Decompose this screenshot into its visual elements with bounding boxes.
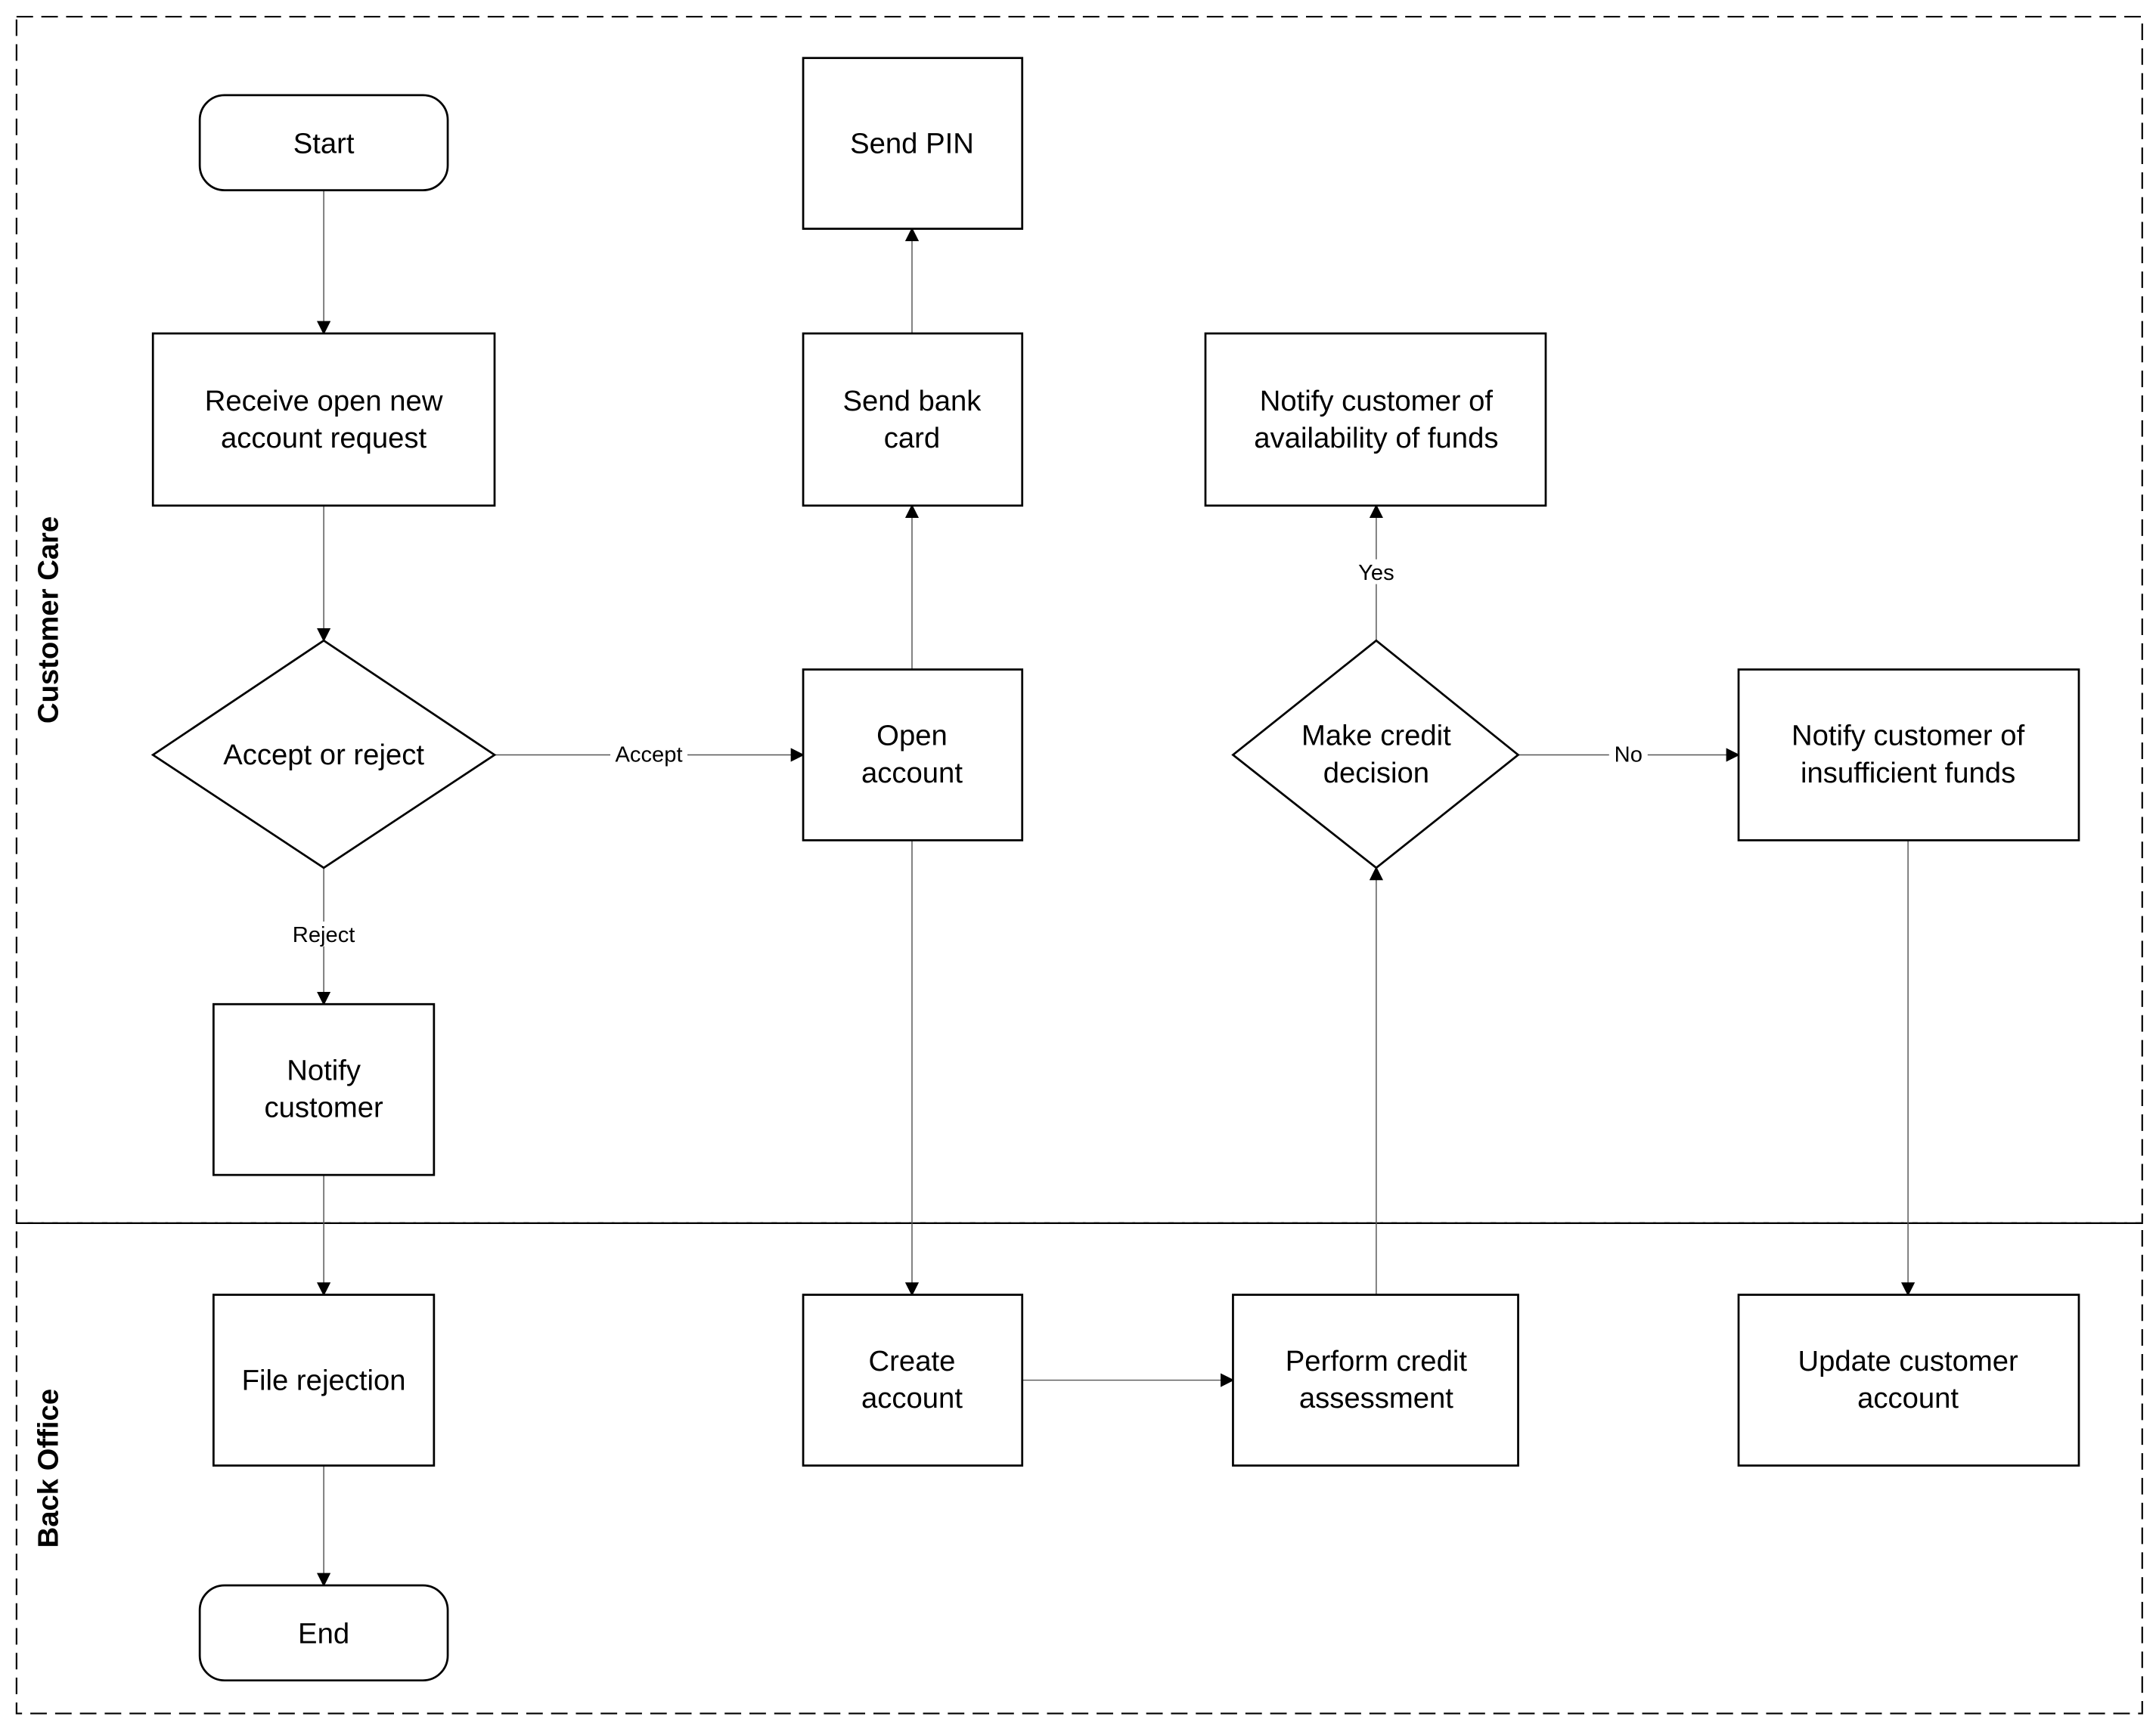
node-label: account [1857, 1382, 1959, 1415]
node-label: Accept or reject [223, 739, 424, 771]
node-label: Start [293, 127, 355, 160]
node-label: insufficient funds [1801, 757, 2015, 789]
node-label: Notify customer of [1791, 720, 2025, 752]
node-label: Notify customer of [1260, 385, 1494, 417]
node-label: availability of funds [1254, 422, 1498, 454]
node-create-account: Create account [802, 1294, 1024, 1467]
node-label: Receive open new [205, 385, 443, 417]
node-label: account [861, 757, 963, 789]
node-label: Perform credit [1286, 1345, 1468, 1377]
node-label: Notify [287, 1054, 361, 1086]
edges [316, 190, 1916, 1587]
node-label: assessment [1299, 1382, 1453, 1415]
node-open-account: Open account [802, 668, 1024, 841]
node-label: Update customer [1798, 1345, 2018, 1377]
lane-label-back-office: Back Office [33, 1389, 65, 1548]
node-label: account [861, 1382, 963, 1415]
node-label: decision [1323, 757, 1429, 789]
node-label: File rejection [242, 1364, 406, 1396]
node-label: card [884, 422, 940, 454]
node-start: Start [198, 94, 449, 191]
swimlane-flowchart: Customer Care Back Office Accept Reject … [15, 15, 2143, 1715]
edge-label-accept: Accept [616, 743, 683, 767]
node-file-rejection: File rejection [212, 1294, 436, 1467]
node-label: account request [221, 422, 427, 454]
node-notify-availability: Notify customer of availability of funds [1204, 332, 1547, 507]
node-end: End [198, 1584, 449, 1682]
node-notify-customer: Notify customer [212, 1002, 436, 1176]
edge-label-reject: Reject [293, 923, 355, 947]
node-label: Make credit [1301, 720, 1451, 752]
edge-label-yes: Yes [1358, 561, 1394, 585]
edge-label-no: No [1615, 743, 1643, 767]
node-notify-insufficient: Notify customer of insufficient funds [1737, 668, 2080, 841]
node-label: customer [264, 1092, 383, 1124]
node-send-bank-card: Send bank card [802, 332, 1024, 507]
node-label: Send bank [843, 385, 982, 417]
node-update-customer-account: Update customer account [1737, 1294, 2080, 1467]
node-make-credit-decision: Make credit decision [1231, 639, 1520, 869]
node-label: Send PIN [850, 127, 974, 160]
node-send-pin: Send PIN [802, 57, 1024, 230]
node-label: End [298, 1618, 349, 1650]
node-label: Create [869, 1345, 956, 1377]
node-accept-or-reject: Accept or reject [150, 639, 497, 869]
node-label: Open [876, 720, 948, 752]
node-perform-credit-assessment: Perform credit assessment [1232, 1294, 1519, 1467]
node-receive-request: Receive open new account request [151, 332, 496, 507]
lane-label-customer-care: Customer Care [33, 516, 65, 724]
